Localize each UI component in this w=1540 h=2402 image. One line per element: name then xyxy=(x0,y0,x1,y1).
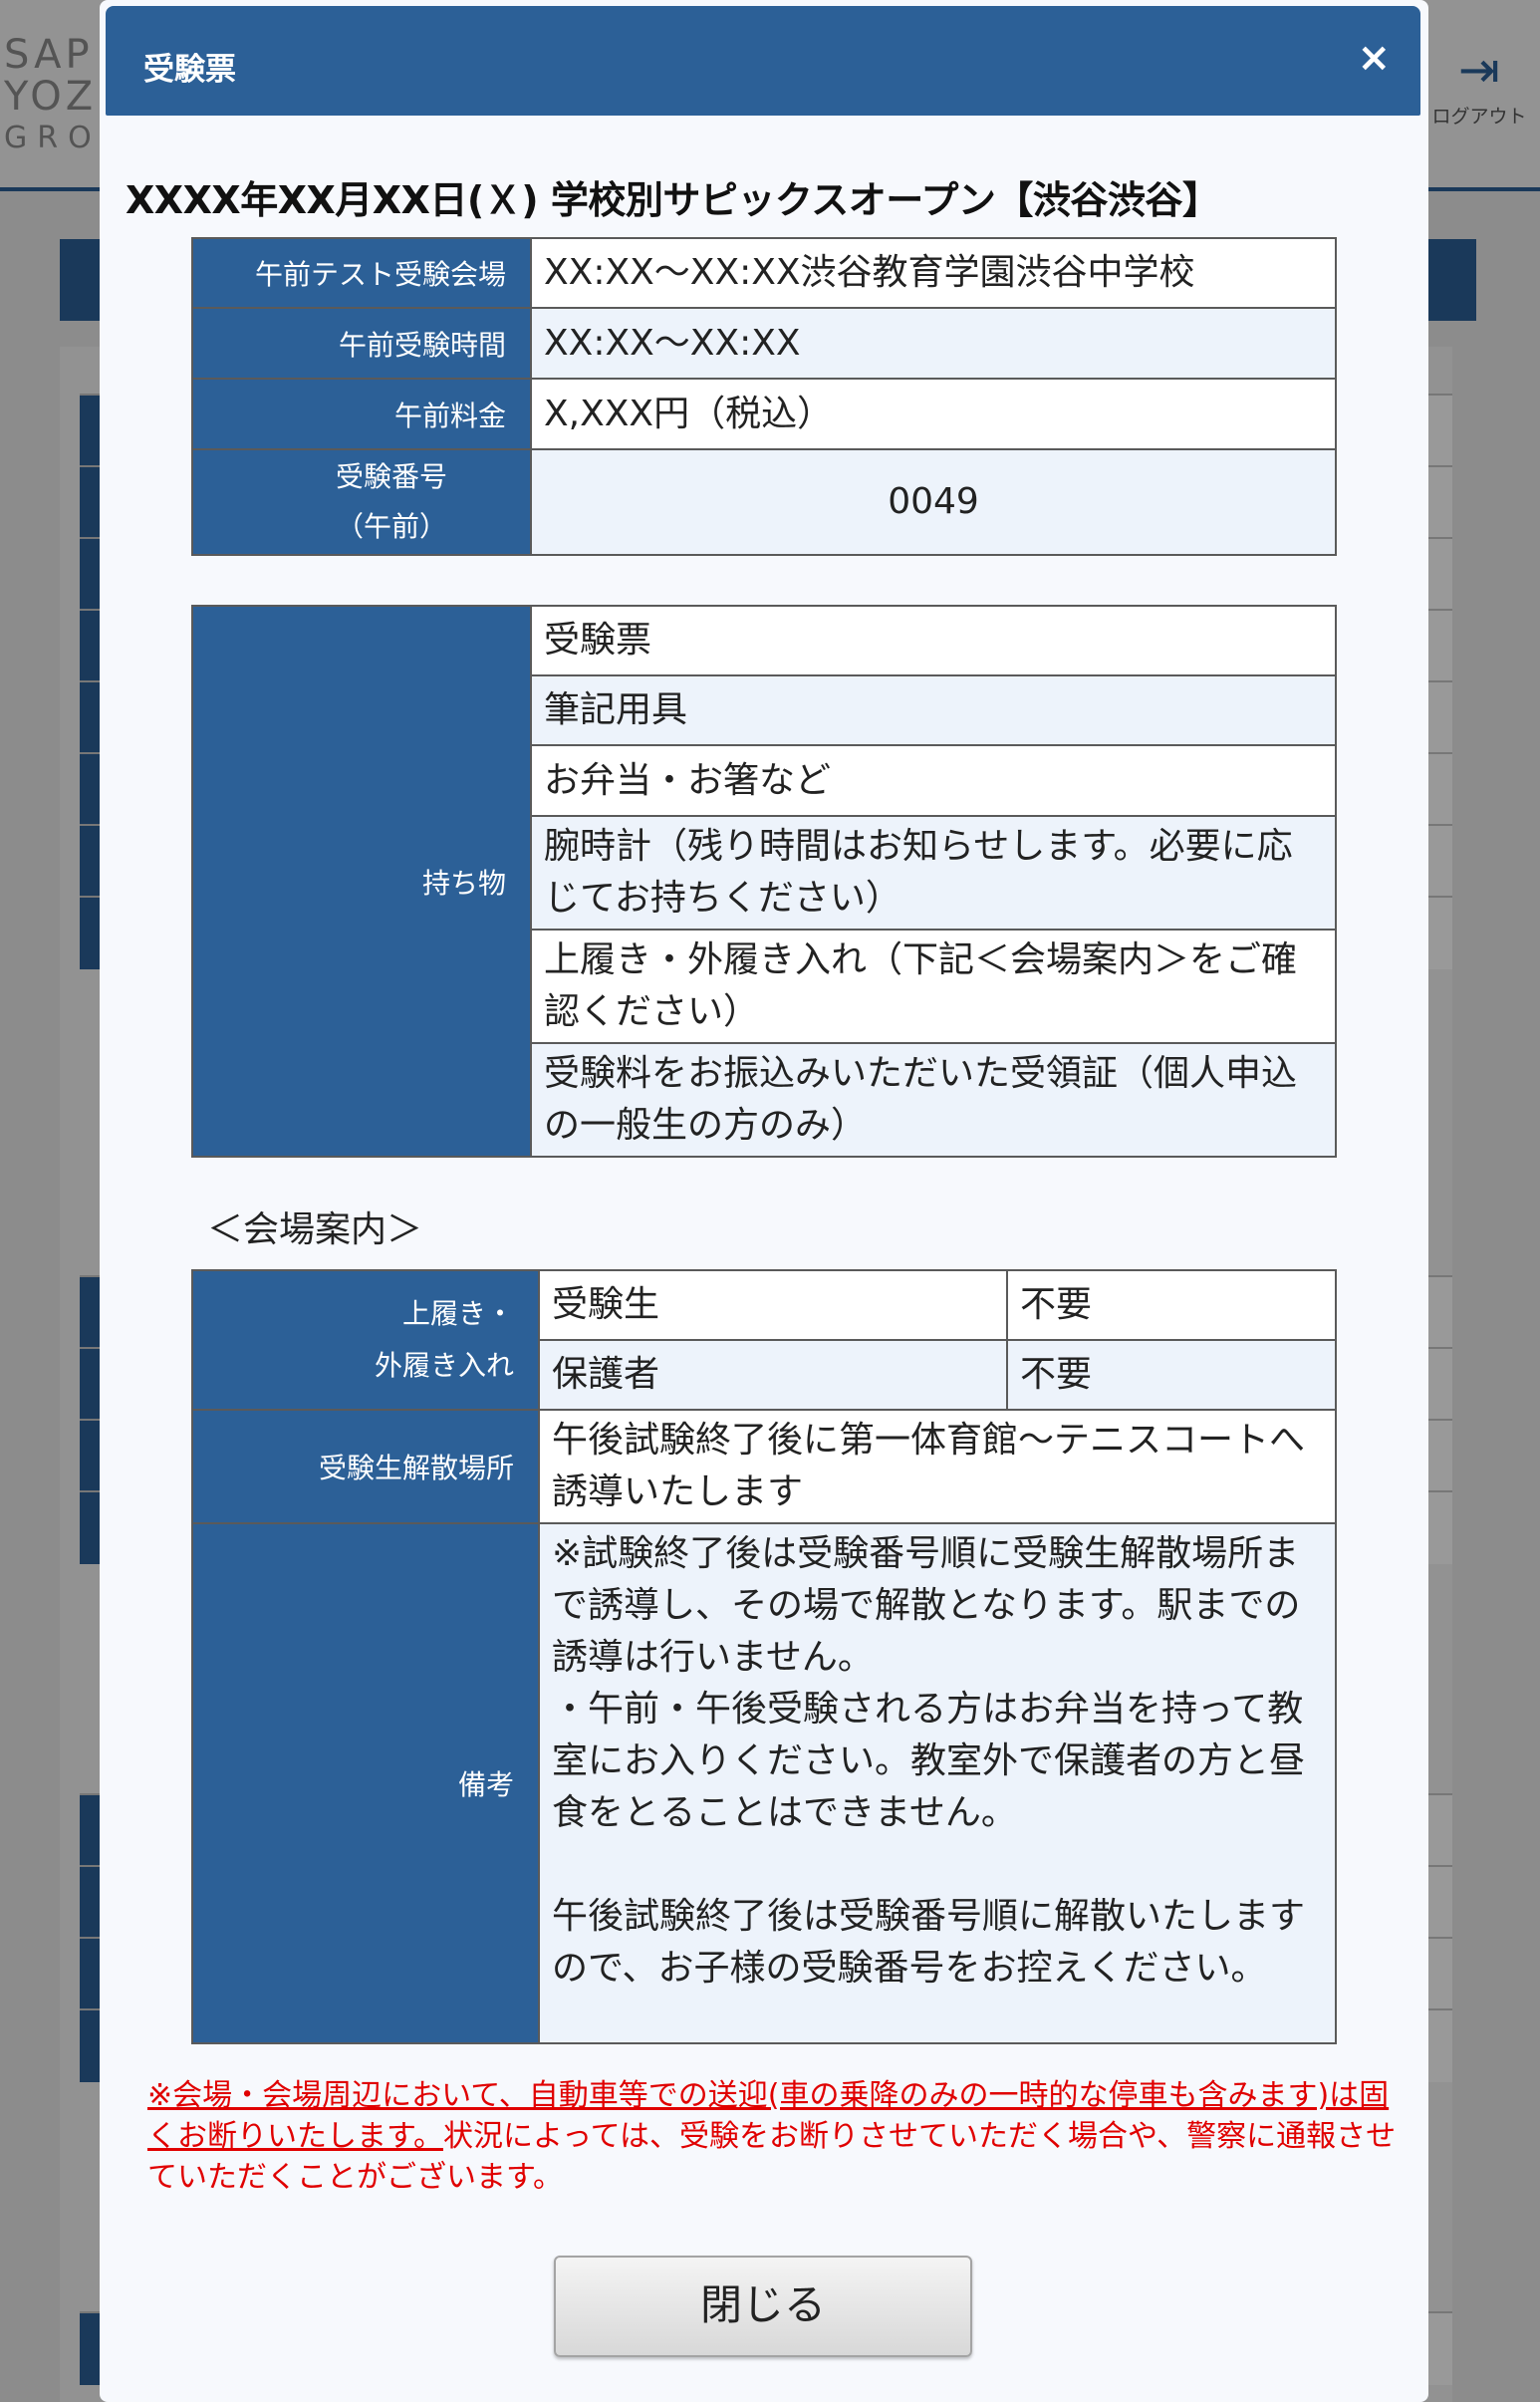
venue-table: 上履き・ 外履き入れ 受験生 不要 保護者 不要 受験生解散場所 午後試験終了後… xyxy=(191,1269,1337,2044)
am-exam-number-label: 受験番号 （午前） xyxy=(191,448,532,556)
exam-title: XXXX年XX月XX日(Ｘ) 学校別サピックスオープン【渋谷渋谷】 xyxy=(126,178,1220,222)
exam-ticket-modal: 受験票 × XXXX年XX月XX日(Ｘ) 学校別サピックスオープン【渋谷渋谷】 … xyxy=(100,0,1428,2402)
am-venue-label: 午前テスト受験会場 xyxy=(191,237,532,309)
am-exam-number-value: 0049 xyxy=(530,448,1337,556)
belongings-item: 上履き・外履き入れ（下記＜会場案内＞をご確認ください） xyxy=(530,929,1337,1044)
notes-label: 備考 xyxy=(191,1522,540,2044)
am-exam-number-label-line: （午前） xyxy=(335,510,447,543)
belongings-item: 受験料をお振込みいただいた受領証（個人申込の一般生の方のみ） xyxy=(530,1042,1337,1158)
pickup-notice: ※会場・会場周辺において、自動車等での送迎(車の乗降のみの一時的な停車も含みます… xyxy=(147,2075,1412,2198)
shoes-who: 保護者 xyxy=(538,1339,1008,1411)
belongings-item: 腕時計（残り時間はお知らせします。必要に応じてお持ちください） xyxy=(530,815,1337,931)
am-fee-label: 午前料金 xyxy=(191,378,532,450)
shoes-need: 不要 xyxy=(1006,1269,1337,1341)
belongings-item: お弁当・お箸など xyxy=(530,744,1337,817)
am-time-value: XX:XX～XX:XX xyxy=(530,307,1337,380)
shoes-label-line: 外履き入れ xyxy=(374,1349,514,1382)
am-exam-number-label-line: 受験番号 xyxy=(335,460,447,493)
shoes-label-line: 上履き・ xyxy=(401,1297,514,1330)
am-fee-value: X,XXX円（税込） xyxy=(530,378,1337,450)
shoes-label: 上履き・ 外履き入れ xyxy=(191,1269,540,1411)
belongings-table: 持ち物 受験票 筆記用具 お弁当・お箸など 腕時計（残り時間はお知らせします。必… xyxy=(191,605,1337,1158)
table-row: 午前テスト受験会場 XX:XX～XX:XX渋谷教育学園渋谷中学校 xyxy=(191,237,1337,309)
table-row: 受験番号 （午前） 0049 xyxy=(191,448,1337,556)
table-row: 午前料金 X,XXX円（税込） xyxy=(191,378,1337,450)
notes-value: ※試験終了後は受験番号順に受験生解散場所まで誘導し、その場で解散となります。駅ま… xyxy=(538,1522,1337,2044)
am-time-label: 午前受験時間 xyxy=(191,307,532,380)
notes-paragraph: ・午前・午後受験される方はお弁当を持って教室にお入りください。教室外で保護者の方… xyxy=(552,1689,1306,1833)
close-button[interactable]: 閉じる xyxy=(554,2256,972,2357)
table-row: 午前受験時間 XX:XX～XX:XX xyxy=(191,307,1337,380)
venue-heading: ＜会場案内＞ xyxy=(207,1209,423,1250)
table-row: 持ち物 受験票 xyxy=(191,605,1337,1158)
table-row: 上履き・ 外履き入れ 受験生 不要 xyxy=(191,1269,1337,1411)
am-venue-value: XX:XX～XX:XX渋谷教育学園渋谷中学校 xyxy=(530,237,1337,309)
modal-header: 受験票 × xyxy=(106,6,1420,116)
shoes-who: 受験生 xyxy=(538,1269,1008,1341)
notes-paragraph: ※試験終了後は受験番号順に受験生解散場所まで誘導し、その場で解散となります。駅ま… xyxy=(552,1533,1301,1678)
table-row: 備考 ※試験終了後は受験番号順に受験生解散場所まで誘導し、その場で解散となります… xyxy=(191,1522,1337,2044)
belongings-item: 筆記用具 xyxy=(530,674,1337,746)
belongings-label: 持ち物 xyxy=(191,605,532,1158)
close-icon[interactable]: × xyxy=(1357,38,1391,78)
dismissal-label: 受験生解散場所 xyxy=(191,1409,540,1524)
shoes-need: 不要 xyxy=(1006,1339,1337,1411)
belongings-item: 受験票 xyxy=(530,605,1337,676)
modal-title: 受験票 xyxy=(143,52,236,88)
notes-paragraph: 午後試験終了後は受験番号順に解散いたしますので、お子様の受験番号をお控えください… xyxy=(552,1896,1306,1989)
am-exam-table: 午前テスト受験会場 XX:XX～XX:XX渋谷教育学園渋谷中学校 午前受験時間 … xyxy=(191,237,1337,556)
dismissal-value: 午後試験終了後に第一体育館～テニスコートへ誘導いたします xyxy=(538,1409,1337,1524)
table-row: 受験生解散場所 午後試験終了後に第一体育館～テニスコートへ誘導いたします xyxy=(191,1409,1337,1524)
